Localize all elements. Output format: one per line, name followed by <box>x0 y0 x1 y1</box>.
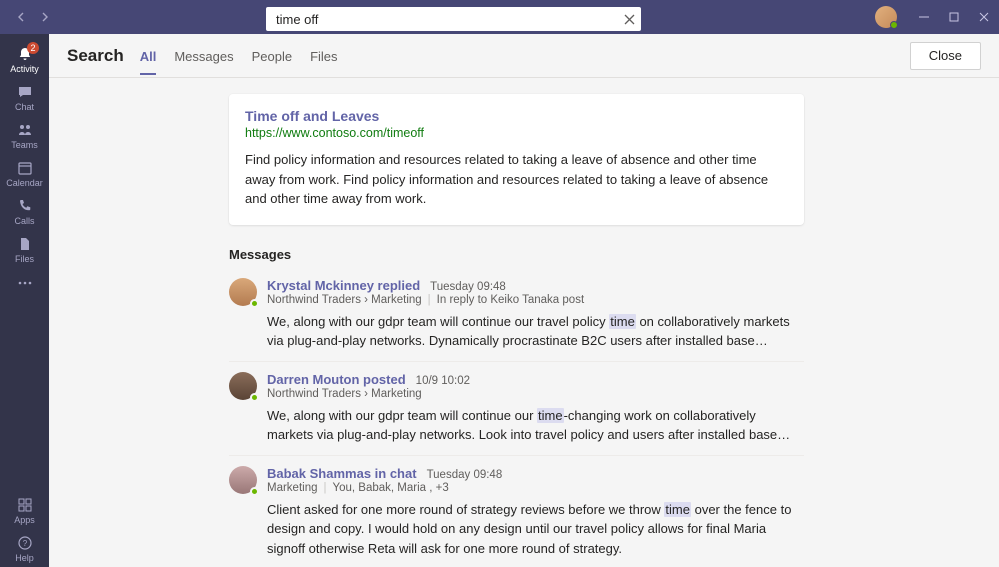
message-timestamp: Tuesday 09:48 <box>430 281 506 293</box>
rail-label: Calls <box>14 216 34 226</box>
back-button[interactable] <box>12 8 30 26</box>
rail-apps[interactable]: Apps <box>0 491 49 529</box>
profile-avatar[interactable] <box>875 6 897 28</box>
tab-messages[interactable]: Messages <box>174 37 233 74</box>
titlebar <box>0 0 999 34</box>
promoted-title[interactable]: Time off and Leaves <box>245 108 788 124</box>
close-window-button[interactable] <box>969 0 999 34</box>
rail-calls[interactable]: Calls <box>0 192 49 230</box>
promoted-url[interactable]: https://www.contoso.com/timeoff <box>245 126 788 140</box>
results-scroll[interactable]: Time off and Leaves https://www.contoso.… <box>49 78 999 567</box>
close-button[interactable]: Close <box>910 42 981 70</box>
rail-label: Apps <box>14 515 35 525</box>
chevron-right-icon <box>40 12 50 22</box>
calendar-icon <box>16 159 34 177</box>
filter-tabs: All Messages People Files <box>140 37 338 74</box>
message-preview: We, along with our gdpr team will contin… <box>267 312 804 351</box>
message-context: You, Babak, Maria , +3 <box>333 482 449 494</box>
activity-badge: 2 <box>27 42 39 54</box>
promoted-result-card[interactable]: Time off and Leaves https://www.contoso.… <box>229 94 804 225</box>
messages-section-title: Messages <box>229 247 804 262</box>
presence-available-icon <box>250 299 259 308</box>
rail-label: Files <box>15 254 34 264</box>
svg-text:?: ? <box>22 539 27 548</box>
message-result[interactable]: Krystal Mckinney replied Tuesday 09:48 N… <box>229 268 804 362</box>
author-avatar <box>229 372 257 400</box>
search-input[interactable] <box>266 12 617 27</box>
minimize-button[interactable] <box>909 0 939 34</box>
highlight: time <box>664 502 691 517</box>
results-header: Search All Messages People Files Close <box>49 34 999 78</box>
rail-more[interactable] <box>0 268 49 298</box>
rail-files[interactable]: Files <box>0 230 49 268</box>
page-title: Search <box>67 46 124 66</box>
message-location: Northwind Traders › Marketing <box>267 294 422 306</box>
file-icon <box>16 235 34 253</box>
rail-label: Teams <box>11 140 38 150</box>
message-author: Darren Mouton posted <box>267 372 406 387</box>
close-icon <box>979 12 989 22</box>
chat-icon <box>16 83 34 101</box>
presence-available-icon <box>890 21 898 29</box>
close-icon <box>624 14 635 25</box>
rail-label: Activity <box>10 64 39 74</box>
message-author: Babak Shammas in chat <box>267 466 417 481</box>
tab-all[interactable]: All <box>140 37 157 74</box>
rail-activity[interactable]: 2 Activity <box>0 40 49 78</box>
tab-people[interactable]: People <box>252 37 292 74</box>
message-context: In reply to Keiko Tanaka post <box>437 294 584 306</box>
apps-icon <box>16 496 34 514</box>
help-icon: ? <box>16 534 34 552</box>
chevron-left-icon <box>16 12 26 22</box>
presence-available-icon <box>250 487 259 496</box>
search-box[interactable] <box>266 7 641 31</box>
message-location: Marketing <box>267 482 318 494</box>
presence-available-icon <box>250 393 259 402</box>
maximize-icon <box>949 12 959 22</box>
message-author: Krystal Mckinney replied <box>267 278 420 293</box>
search-results-pane: Search All Messages People Files Close T… <box>49 34 999 567</box>
rail-label: Chat <box>15 102 34 112</box>
more-icon <box>18 281 32 285</box>
minimize-icon <box>919 12 929 22</box>
highlight: time <box>609 314 636 329</box>
rail-help[interactable]: ? Help <box>0 529 49 567</box>
promoted-description: Find policy information and resources re… <box>245 150 788 209</box>
message-location: Northwind Traders › Marketing <box>267 388 422 400</box>
maximize-button[interactable] <box>939 0 969 34</box>
rail-label: Help <box>15 553 34 563</box>
author-avatar <box>229 466 257 494</box>
message-result[interactable]: Babak Shammas in chat Tuesday 09:48 Mark… <box>229 456 804 567</box>
message-timestamp: Tuesday 09:48 <box>427 469 503 481</box>
message-preview: We, along with our gdpr team will contin… <box>267 406 804 445</box>
window-controls <box>875 0 999 34</box>
app-rail: 2 Activity Chat Teams Calendar Calls Fil… <box>0 34 49 567</box>
message-timestamp: 10/9 10:02 <box>416 375 470 387</box>
rail-chat[interactable]: Chat <box>0 78 49 116</box>
nav-history <box>12 8 54 26</box>
rail-teams[interactable]: Teams <box>0 116 49 154</box>
rail-calendar[interactable]: Calendar <box>0 154 49 192</box>
search-clear-button[interactable] <box>617 7 641 31</box>
forward-button[interactable] <box>36 8 54 26</box>
highlight: time <box>537 408 564 423</box>
phone-icon <box>16 197 34 215</box>
teams-icon <box>16 121 34 139</box>
tab-files[interactable]: Files <box>310 37 337 74</box>
rail-label: Calendar <box>6 178 43 188</box>
message-preview: Client asked for one more round of strat… <box>267 500 804 559</box>
message-result[interactable]: Darren Mouton posted 10/9 10:02 Northwin… <box>229 362 804 456</box>
author-avatar <box>229 278 257 306</box>
